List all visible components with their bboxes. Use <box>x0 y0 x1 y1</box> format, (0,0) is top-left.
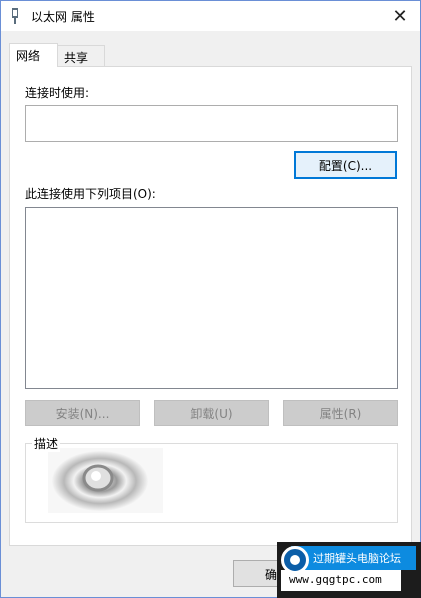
tab-sharing-label: 共享 <box>64 51 89 65</box>
uninstall-button[interactable]: 卸载(U) <box>154 400 269 426</box>
items-list[interactable] <box>25 207 398 513</box>
install-button-label: 安装(N)... <box>55 406 110 421</box>
watermark-logo-dot <box>290 555 300 565</box>
window-title: 以太网 属性 <box>31 10 95 24</box>
watermark-logo-icon <box>281 546 309 574</box>
adapter-field[interactable] <box>25 105 398 142</box>
tab-sharing[interactable]: 共享 <box>57 45 105 67</box>
description-group: 描述 <box>25 435 398 523</box>
tab-network-label: 网络 <box>16 49 41 63</box>
title-bar[interactable]: 以太网 属性 ✕ <box>1 1 420 31</box>
site-watermark: 过期罐头电脑论坛 www.gqgtpc.com <box>277 542 421 598</box>
configure-button[interactable]: 配置(C)... <box>294 151 397 179</box>
properties-window: 以太网 属性 ✕ 网络 共享 连接时使用: 配置(C)... 此连接使用下列项目… <box>0 0 421 598</box>
uninstall-button-label: 卸载(U) <box>190 406 233 421</box>
description-legend: 描述 <box>32 435 61 452</box>
install-button[interactable]: 安装(N)... <box>25 400 140 426</box>
properties-button[interactable]: 属性(R) <box>283 400 398 426</box>
configure-button-label: 配置(C)... <box>318 158 373 173</box>
network-tab-panel: 连接时使用: 配置(C)... 此连接使用下列项目(O): 安装(N)... 卸… <box>9 66 412 546</box>
ethernet-icon <box>10 8 20 24</box>
close-button[interactable]: ✕ <box>380 1 420 31</box>
properties-button-label: 属性(R) <box>319 406 362 421</box>
watermark-title: 过期罐头电脑论坛 <box>291 546 416 570</box>
tab-network[interactable]: 网络 <box>9 43 58 67</box>
connect-using-label: 连接时使用: <box>25 86 90 100</box>
close-icon: ✕ <box>392 5 408 27</box>
watermark-url-text: www.gqgtpc.com <box>289 573 382 586</box>
items-list-label: 此连接使用下列项目(O): <box>25 187 156 201</box>
ok-button-label: 确 <box>265 568 278 582</box>
watermark-title-text: 过期罐头电脑论坛 <box>313 552 401 565</box>
